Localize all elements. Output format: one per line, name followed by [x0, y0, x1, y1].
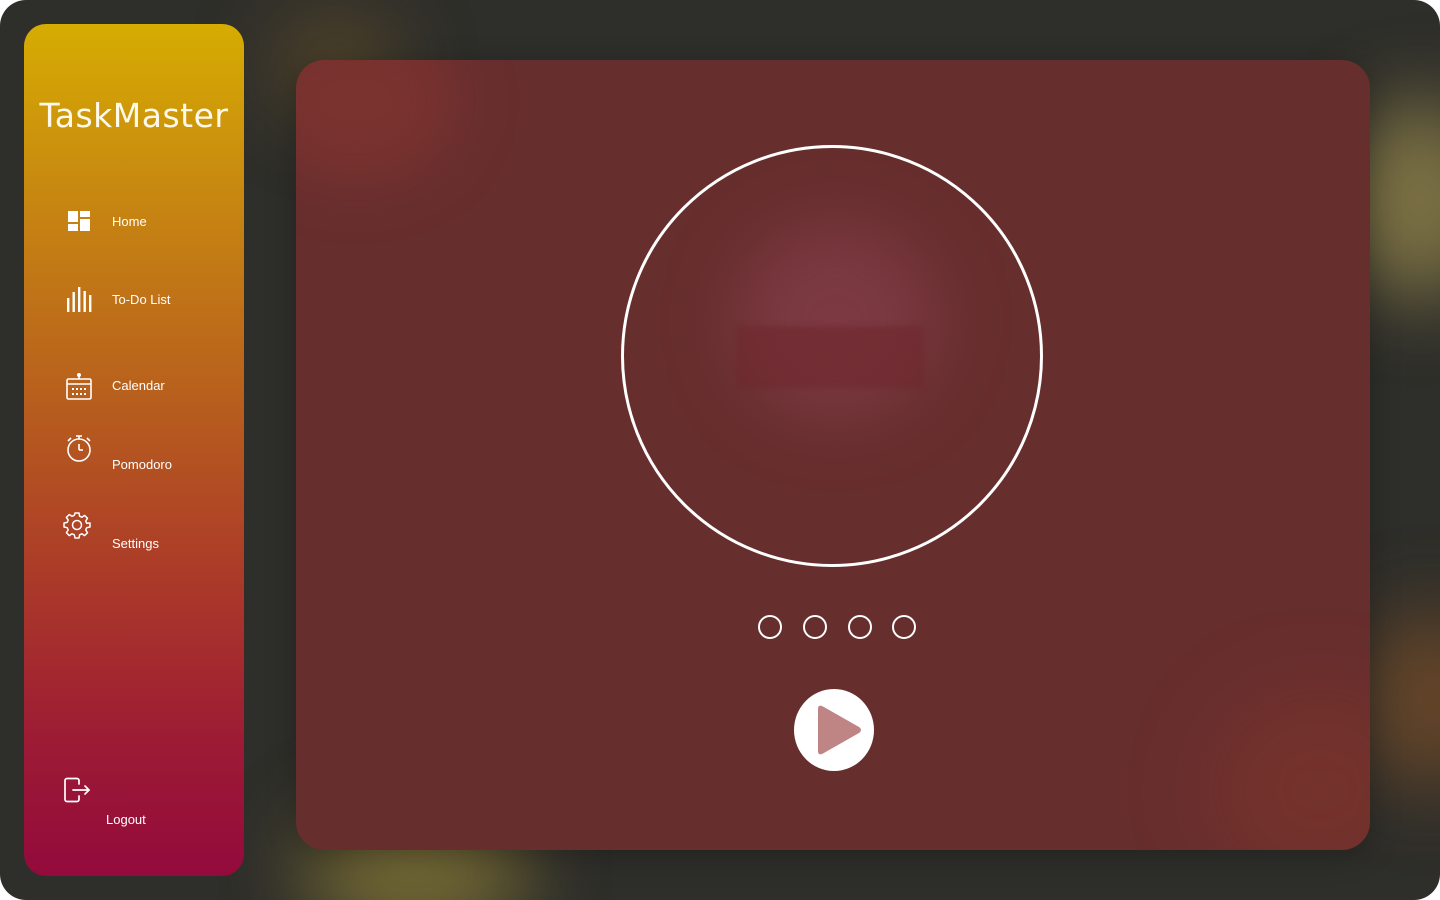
sidebar-item-label: Settings: [112, 536, 159, 551]
background-glow: [1360, 610, 1440, 790]
sidebar-item-label: To-Do List: [112, 292, 171, 307]
sidebar-item-todo-list[interactable]: To-Do List: [24, 282, 244, 316]
sidebar-item-home[interactable]: Home: [24, 204, 244, 238]
logout-label: Logout: [106, 812, 146, 827]
play-button[interactable]: [794, 689, 874, 771]
timer-icon: [64, 433, 94, 463]
sidebar-item-label: Calendar: [112, 378, 165, 393]
sidebar-item-settings[interactable]: Settings: [24, 510, 244, 554]
app-logo: TaskMaster: [39, 96, 229, 135]
pomodoro-panel: [296, 60, 1370, 850]
sidebar-item-label: Home: [112, 214, 147, 229]
dashboard-icon: [64, 206, 94, 236]
logout-icon: [62, 775, 92, 805]
gear-icon: [62, 510, 92, 540]
session-dot[interactable]: [758, 615, 782, 639]
bars-icon: [64, 284, 94, 314]
logout-button[interactable]: Logout: [24, 774, 244, 834]
session-dot[interactable]: [892, 615, 916, 639]
app-window: TaskMaster Home To-Do List Calendar Pomo…: [0, 0, 1440, 900]
session-dot[interactable]: [803, 615, 827, 639]
sidebar-item-calendar[interactable]: Calendar: [24, 370, 244, 404]
sidebar-item-pomodoro[interactable]: Pomodoro: [24, 432, 244, 476]
calendar-icon: [64, 372, 94, 402]
sidebar-item-label: Pomodoro: [112, 457, 172, 472]
sidebar: TaskMaster Home To-Do List Calendar Pomo…: [24, 24, 244, 876]
timer-display: [736, 326, 924, 388]
session-dot[interactable]: [848, 615, 872, 639]
play-icon: [818, 705, 861, 755]
